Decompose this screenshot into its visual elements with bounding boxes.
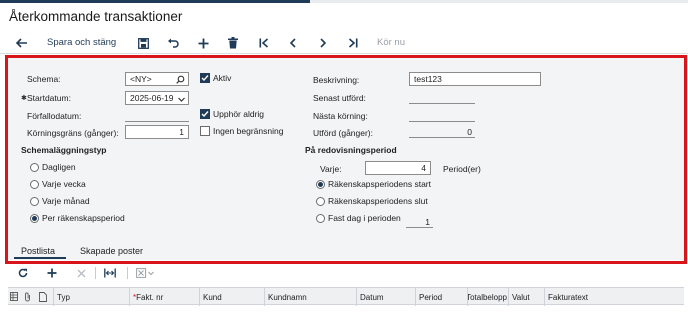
highlight-frame — [5, 55, 687, 264]
col-typ[interactable]: Typ — [53, 288, 129, 306]
col-fakt-nr[interactable]: * Fakt. nr — [129, 288, 199, 306]
first-record-icon[interactable] — [257, 36, 271, 50]
save-and-close-button[interactable]: Spara och stäng — [47, 37, 116, 48]
delete-row-icon[interactable] — [75, 267, 87, 279]
grid-header: Typ * Fakt. nr Kund Kundnamn Datum Perio… — [8, 287, 684, 306]
col-fakt-nr-label: Fakt. nr — [136, 292, 164, 302]
previous-record-icon[interactable] — [286, 36, 300, 50]
attachment-icon — [24, 292, 31, 304]
toolbar-divider — [0, 53, 688, 54]
col-totalbelopp[interactable]: Totalbelopp — [467, 288, 508, 306]
col-datum[interactable]: Datum — [356, 288, 415, 306]
page-title: Återkommande transaktioner — [9, 9, 183, 24]
col-totalbelopp-label: Totalbelopp — [467, 292, 507, 302]
col-kund[interactable]: Kund — [199, 288, 264, 306]
col-kundnamn[interactable]: Kundnamn — [264, 288, 356, 306]
last-record-icon[interactable] — [346, 36, 360, 50]
row-select-icon[interactable] — [10, 292, 18, 303]
undo-icon[interactable] — [166, 36, 180, 50]
top-bar-accent — [0, 0, 310, 3]
refresh-icon[interactable] — [17, 267, 29, 279]
fit-columns-icon[interactable] — [103, 267, 117, 279]
grid-toolbar-divider-2 — [127, 267, 128, 279]
add-row-icon[interactable] — [46, 267, 58, 279]
col-valuta[interactable]: Valut — [508, 288, 544, 306]
back-arrow-icon[interactable] — [14, 36, 30, 50]
col-period[interactable]: Period — [415, 288, 467, 306]
excel-export-icon[interactable] — [135, 267, 155, 279]
next-record-icon[interactable] — [316, 36, 330, 50]
grid-toolbar-divider — [95, 267, 96, 279]
document-icon — [39, 292, 47, 304]
delete-icon[interactable] — [226, 36, 240, 50]
add-icon[interactable] — [196, 36, 210, 50]
col-fakturatext[interactable]: Fakturatext — [544, 288, 684, 306]
save-icon[interactable] — [136, 36, 150, 50]
run-now-button[interactable]: Kör nu — [377, 37, 405, 48]
